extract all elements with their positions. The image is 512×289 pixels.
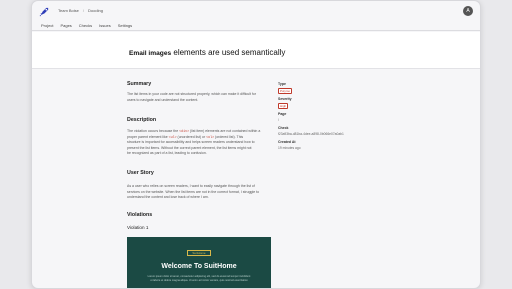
type-label: Type xyxy=(278,82,286,86)
nav-item-project[interactable]: Project xyxy=(41,23,53,28)
summary-text-line: users to navigate and understand the con… xyxy=(127,97,199,102)
check-value[interactable]: f23a93ba-d81ba-4dee-a898-0b066e07a0ab1 xyxy=(278,132,344,136)
breadcrumb-separator: / xyxy=(82,8,85,13)
nav-item-settings[interactable]: Settings xyxy=(118,23,132,28)
app-window: Team Boise / Dooding A Project Pages Che… xyxy=(31,0,481,289)
nav-item-issues[interactable]: Issues xyxy=(99,23,111,28)
avatar[interactable]: A xyxy=(463,6,473,16)
user-story-heading: User Story xyxy=(127,170,154,176)
violation-1-label: Violation 1 xyxy=(127,225,149,230)
violations-heading: Violations xyxy=(127,212,153,218)
page-title-tag: Email images xyxy=(129,50,172,57)
preview-text: Lorem ipsum dolor sit amet, consectetur … xyxy=(147,275,251,282)
user-story-text-line: understand the content and lose track of… xyxy=(127,195,209,199)
preview-logo: SuitHome xyxy=(187,250,211,256)
severity-badge: High xyxy=(278,103,289,109)
breadcrumb-project[interactable]: Dooding xyxy=(88,8,103,13)
page-title: Email images elements are used semantica… xyxy=(129,48,285,57)
top-bar: Team Boise / Dooding A xyxy=(32,1,480,21)
rocket-logo-icon[interactable] xyxy=(39,6,50,17)
breadcrumb: Team Boise / Dooding xyxy=(58,8,103,13)
page-label: Page xyxy=(278,112,287,116)
summary-heading: Summary xyxy=(127,81,152,87)
created-at-value: 19 minutes ago xyxy=(278,146,301,150)
severity-label: Severity xyxy=(278,97,292,101)
nav-item-pages[interactable]: Pages xyxy=(60,23,71,28)
code-ul: <ul> xyxy=(168,134,177,139)
nav-item-checks[interactable]: Checks xyxy=(79,23,92,28)
page-title-rest: elements are used semantically xyxy=(171,48,286,57)
description-heading: Description xyxy=(127,117,157,123)
code-ol: <ol> xyxy=(206,134,215,139)
page-value[interactable]: / xyxy=(278,118,279,122)
breadcrumb-team[interactable]: Team Boise xyxy=(58,8,79,13)
check-label: Check xyxy=(278,126,289,130)
code-div: <div> xyxy=(179,129,190,133)
description-text-line: be recognized as part of a list, leading… xyxy=(127,151,207,155)
type-badge: Polymo xyxy=(278,88,293,94)
violation-screenshot: SuitHome Welcome To SuitHome Lorem ipsum… xyxy=(127,237,271,288)
preview-title: Welcome To SuitHome xyxy=(161,263,237,270)
project-nav: Project Pages Checks Issues Settings xyxy=(32,21,480,31)
created-at-label: Created At xyxy=(278,140,296,144)
